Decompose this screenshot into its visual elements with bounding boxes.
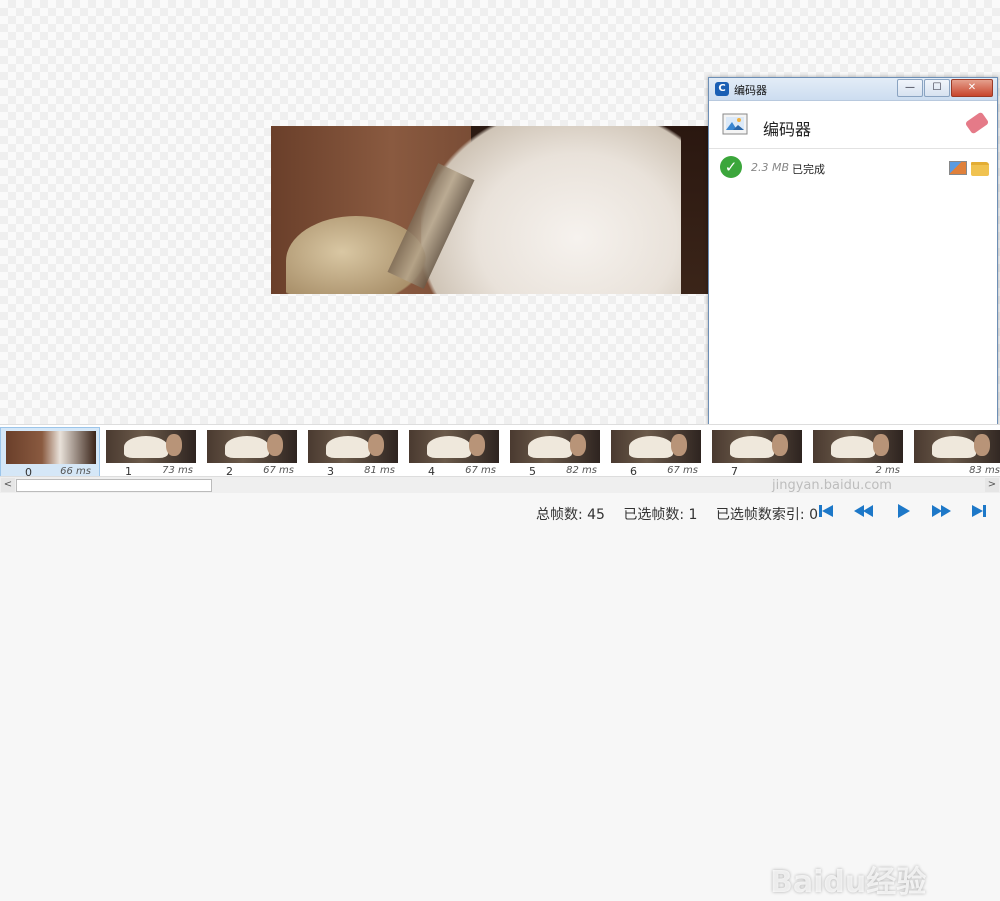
frame-item[interactable]: 2 67 ms bbox=[202, 427, 302, 478]
frame-item[interactable]: 5 82 ms bbox=[505, 427, 605, 478]
frame-thumbnail bbox=[510, 430, 600, 463]
frame-thumbnail bbox=[106, 430, 196, 463]
previous-frame-icon[interactable] bbox=[850, 502, 880, 520]
encoding-status: 已完成 bbox=[792, 163, 825, 176]
eraser-icon[interactable] bbox=[964, 111, 990, 135]
encoder-window[interactable]: C 编码器 — ☐ ✕ 编码器 ✓ 2.3 MB 已完成 bbox=[708, 77, 998, 443]
open-image-icon[interactable] bbox=[949, 161, 967, 175]
scroll-thumb[interactable] bbox=[16, 479, 212, 492]
encoder-header: 编码器 bbox=[709, 102, 997, 149]
total-frames: 总帧数: 45 bbox=[535, 507, 605, 523]
frame-item[interactable]: 0 66 ms bbox=[0, 427, 100, 479]
baidu-watermark: Baidu经验 bbox=[770, 865, 927, 900]
encoder-image-icon bbox=[722, 113, 748, 135]
frame-thumbnail bbox=[914, 430, 1000, 463]
frame-duration: 83 ms bbox=[969, 465, 1000, 476]
frame-duration: 67 ms bbox=[667, 465, 698, 476]
frame-duration: 67 ms bbox=[263, 465, 294, 476]
frame-thumbnail bbox=[813, 430, 903, 463]
status-bar: 总帧数: 45 已选帧数: 1 已选帧数索引: 0 bbox=[0, 497, 1000, 524]
frame-item[interactable]: 2 ms bbox=[808, 427, 908, 477]
encoder-label: 编码器 bbox=[763, 120, 812, 139]
frame-item[interactable]: 7 bbox=[707, 427, 807, 478]
app-icon: C bbox=[715, 82, 729, 96]
frame-duration: 82 ms bbox=[566, 465, 597, 476]
frame-thumbnail bbox=[207, 430, 297, 463]
encoder-titlebar[interactable]: C 编码器 — ☐ ✕ bbox=[709, 78, 997, 101]
baidu-watermark-url: jingyan.baidu.com bbox=[772, 478, 892, 493]
frame-item[interactable]: 3 81 ms bbox=[303, 427, 403, 478]
frame-thumbnail bbox=[6, 431, 96, 464]
next-frame-icon[interactable] bbox=[926, 502, 956, 520]
scroll-right-button[interactable]: > bbox=[985, 478, 999, 492]
frame-item[interactable]: 4 67 ms bbox=[404, 427, 504, 478]
frame-duration: 73 ms bbox=[162, 465, 193, 476]
frame-item[interactable]: 6 67 ms bbox=[606, 427, 706, 478]
close-button[interactable]: ✕ bbox=[951, 79, 993, 97]
frame-duration: 81 ms bbox=[364, 465, 395, 476]
frame-thumbnail bbox=[409, 430, 499, 463]
minimize-button[interactable]: — bbox=[897, 79, 923, 97]
selected-frames: 已选帧数: 1 bbox=[623, 507, 698, 523]
frame-timeline[interactable]: 0 66 ms 1 73 ms 2 67 ms 3 81 ms 4 67 ms … bbox=[0, 424, 1000, 900]
check-icon: ✓ bbox=[720, 156, 742, 178]
frame-thumbnail bbox=[712, 430, 802, 463]
frame-thumbnail bbox=[308, 430, 398, 463]
folder-icon[interactable] bbox=[971, 162, 989, 176]
frame-item[interactable]: 83 ms bbox=[909, 427, 1000, 477]
maximize-button[interactable]: ☐ bbox=[924, 79, 950, 97]
frame-duration: 2 ms bbox=[875, 465, 901, 476]
encoder-item[interactable]: ✓ 2.3 MB 已完成 bbox=[709, 152, 997, 182]
window-title: 编码器 bbox=[734, 84, 767, 97]
scroll-left-button[interactable]: < bbox=[1, 478, 15, 492]
frame-thumbnail bbox=[611, 430, 701, 463]
first-frame-icon[interactable] bbox=[812, 502, 842, 520]
play-icon[interactable] bbox=[888, 502, 918, 520]
frame-preview-image bbox=[271, 126, 711, 294]
selected-frame-index: 已选帧数索引: 0 bbox=[715, 507, 818, 523]
frame-item[interactable]: 1 73 ms bbox=[101, 427, 201, 478]
frame-duration: 67 ms bbox=[465, 465, 496, 476]
file-size: 2.3 MB bbox=[751, 161, 790, 174]
last-frame-icon[interactable] bbox=[964, 502, 994, 520]
